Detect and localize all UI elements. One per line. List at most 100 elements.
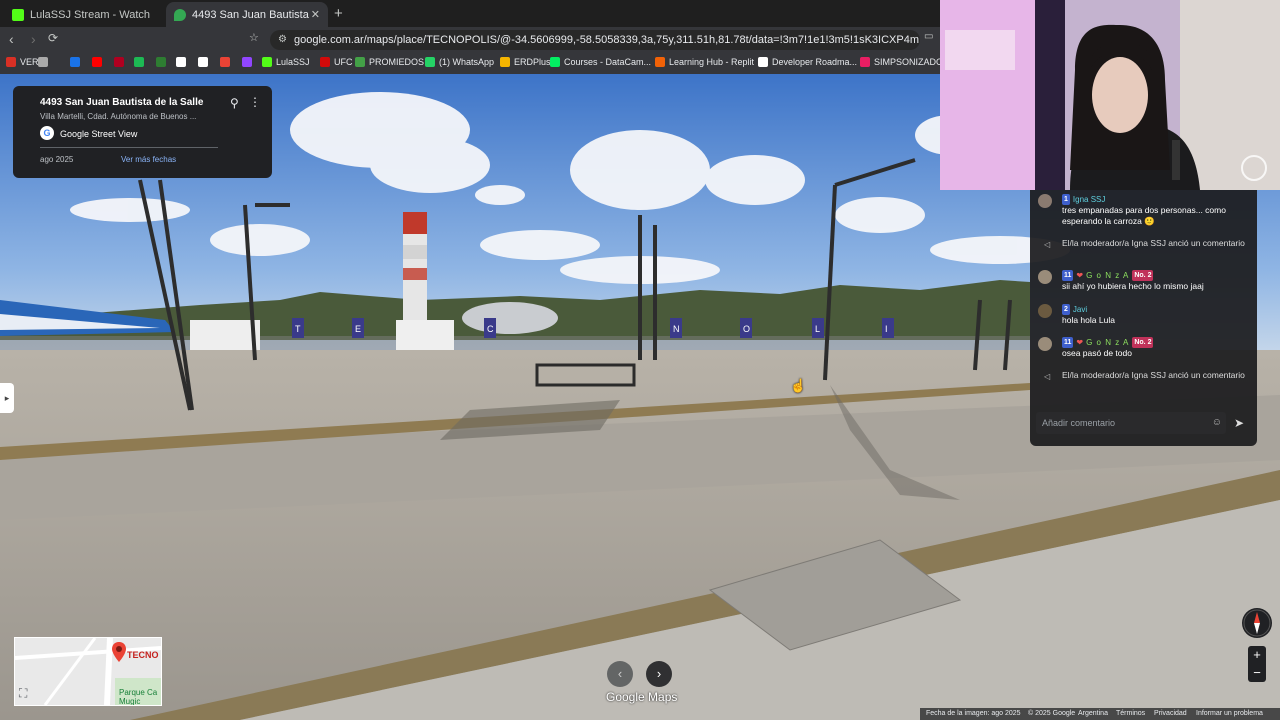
minimap[interactable]: TECNO Parque Ca Mugic ⛶ (14, 637, 162, 706)
webcam-image (940, 0, 1280, 190)
bookmark-item[interactable] (114, 57, 128, 67)
megaphone-icon: ◁ (1044, 240, 1051, 249)
kick-icon (12, 8, 24, 21)
bookmark-item[interactable]: LulaSSJ (262, 57, 310, 67)
tab-title: LulaSSJ Stream - Watch Live on K (30, 8, 150, 21)
live-chat-panel: 1 Igna SSJ tres empanadas para dos person… (1030, 190, 1257, 446)
bookmark-favicon-icon (425, 57, 435, 67)
bookmark-label: VER (20, 57, 39, 67)
bookmark-item[interactable]: UFC (320, 57, 353, 67)
bookmark-favicon-icon (176, 57, 186, 67)
bookmark-item[interactable] (156, 57, 170, 67)
hand-cursor-icon: ☝ (790, 378, 807, 393)
image-date-text: Fecha de la imagen: ago 2025 (926, 710, 1021, 717)
bookmark-favicon-icon (6, 57, 16, 67)
bookmark-favicon-icon (758, 57, 768, 67)
chat-message: 11 ❤ G o N z A No. 2 sii ahí yo hubiera hec… (1038, 270, 1253, 292)
location-title[interactable]: 4493 San Juan Bautista de la Salle (40, 97, 203, 108)
maps-pin-icon (174, 8, 186, 21)
close-tab-icon[interactable]: ✕ (311, 8, 320, 21)
username[interactable]: G o N z A (1086, 270, 1129, 281)
avatar (1038, 270, 1052, 284)
bookmark-favicon-icon (38, 57, 48, 67)
bookmark-item[interactable] (176, 57, 190, 67)
forward-button[interactable]: › (31, 31, 36, 47)
bookmark-favicon-icon (198, 57, 208, 67)
bookmark-item[interactable] (38, 57, 52, 67)
bookmark-item[interactable]: VER (6, 57, 39, 67)
heart-icon: ❤ (1076, 271, 1084, 280)
zoom-controls: + − (1248, 646, 1266, 682)
bookmark-item[interactable]: Courses - DataCam... (550, 57, 651, 67)
bookmark-label: LulaSSJ (276, 57, 310, 67)
reload-button[interactable]: ⟳ (48, 31, 58, 45)
bookmark-label: Learning Hub - Replit (669, 57, 755, 67)
bookmark-favicon-icon (655, 57, 665, 67)
bookmark-item[interactable] (198, 57, 212, 67)
expand-map-icon[interactable]: ⛶ (19, 686, 33, 700)
bookmark-item[interactable]: (1) WhatsApp (425, 57, 494, 67)
avatar (1038, 304, 1052, 318)
bookmark-item[interactable]: Learning Hub - Replit (655, 57, 754, 67)
chat-input[interactable]: Añadir comentario ☺ (1036, 412, 1226, 434)
bookmark-label: ERDPlus (514, 57, 551, 67)
streamer-webcam (940, 0, 1280, 190)
copyright-text: © 2025 Google (1028, 710, 1076, 717)
zoom-in-button[interactable]: + (1248, 646, 1266, 664)
username[interactable]: G o N z A (1086, 337, 1129, 348)
location-subtitle: Villa Martelli, Cdad. Autónoma de Buenos… (40, 112, 197, 121)
expand-panel-button[interactable]: ▸ (0, 383, 14, 413)
tab-title: 4493 San Juan Bautista de la Salle (192, 8, 310, 21)
banner-letter: L (815, 324, 820, 334)
cast-icon[interactable]: ▭ (924, 31, 933, 42)
send-icon[interactable]: ➤ (1234, 416, 1244, 430)
bookmark-star-icon[interactable]: ☆ (249, 31, 259, 44)
address-bar[interactable]: ⚙ google.com.ar/maps/place/TECNOPOLIS/@-… (270, 30, 920, 50)
more-dates-link[interactable]: Ver más fechas (121, 155, 176, 164)
more-options-icon[interactable]: ⋮ (249, 95, 261, 109)
map-footer: Fecha de la imagen: ago 2025 © 2025 Goog… (920, 708, 1280, 720)
chat-message: 11 ❤ G o N z A No. 2 osea pasó de todo (1038, 337, 1253, 359)
bookmark-favicon-icon (156, 57, 166, 67)
next-image-button[interactable]: › (646, 661, 672, 687)
zoom-out-button[interactable]: − (1248, 664, 1266, 682)
message-text: sii ahí yo hubiera hecho lo mismo jaaj (1062, 281, 1204, 291)
banner-letter: N (673, 324, 680, 334)
report-problem-link[interactable]: Informar un problema (1196, 710, 1263, 717)
bookmark-label: UFC (334, 57, 353, 67)
level-badge: 2 (1062, 304, 1070, 315)
tab-google-maps[interactable]: 4493 San Juan Bautista de la Salle ✕ (166, 2, 328, 27)
emoji-icon[interactable]: ☺ (1212, 412, 1222, 434)
bookmark-item[interactable]: PROMIEDOS (355, 57, 424, 67)
google-logo-icon: G (40, 126, 54, 140)
chat-message: 2 Javi hola hola Lula (1038, 304, 1253, 326)
location-info-card: 4493 San Juan Bautista de la Salle Villa… (13, 86, 272, 178)
bookmark-item[interactable] (70, 57, 84, 67)
site-info-icon[interactable]: ⚙ (278, 30, 287, 50)
bookmark-item[interactable]: Developer Roadma... (758, 57, 857, 67)
back-button[interactable]: ‹ (9, 31, 14, 47)
previous-image-button[interactable]: ‹ (607, 661, 633, 687)
new-tab-button[interactable]: + (334, 5, 343, 22)
bookmark-item[interactable] (92, 57, 106, 67)
level-badge: 1 (1062, 194, 1070, 205)
avatar (1038, 337, 1052, 351)
bookmark-item[interactable] (220, 57, 234, 67)
country-link[interactable]: Argentina (1078, 710, 1108, 717)
tab-lulassj[interactable]: LulaSSJ Stream - Watch Live on K (4, 2, 164, 27)
username[interactable]: Javi (1073, 304, 1087, 315)
bookmark-favicon-icon (550, 57, 560, 67)
compass-icon[interactable] (1242, 608, 1272, 638)
privacy-link[interactable]: Privacidad (1154, 710, 1187, 717)
message-text: osea pasó de todo (1062, 348, 1132, 358)
bookmark-item[interactable] (242, 57, 256, 67)
terms-link[interactable]: Términos (1116, 710, 1145, 717)
bookmark-item[interactable] (134, 57, 148, 67)
map-pin-icon[interactable]: ⚲ (230, 96, 242, 110)
bookmark-favicon-icon (355, 57, 365, 67)
bookmark-favicon-icon (92, 57, 102, 67)
bookmark-item[interactable]: SIMPSONIZADOS (860, 57, 949, 67)
bookmark-favicon-icon (262, 57, 272, 67)
bookmark-item[interactable]: ERDPlus (500, 57, 551, 67)
username[interactable]: Igna SSJ (1073, 194, 1105, 205)
